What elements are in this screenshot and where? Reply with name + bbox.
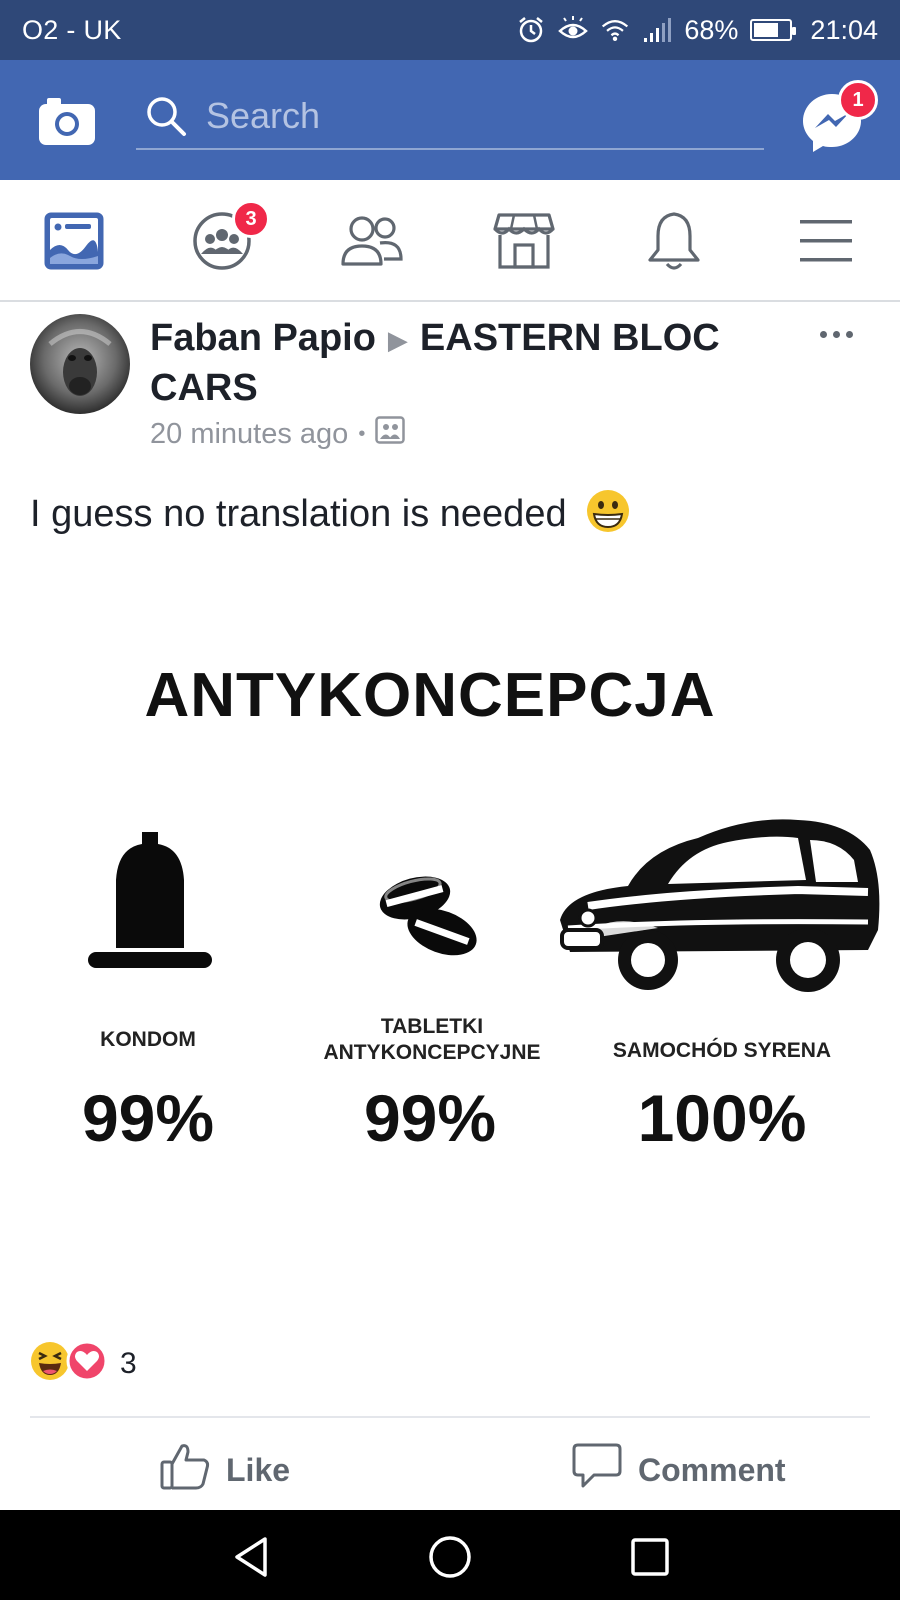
friends-icon [341, 216, 403, 266]
search-icon [144, 94, 188, 138]
battery-icon [750, 19, 797, 41]
news-feed-icon [44, 212, 104, 270]
camera-icon[interactable] [38, 96, 96, 146]
groups-badge: 3 [232, 200, 270, 238]
reaction-count: 3 [120, 1346, 137, 1380]
back-icon[interactable] [226, 1532, 276, 1582]
post-header: Faban Papio ▶ EASTERN BLOC CARS [150, 314, 810, 412]
item-percent-syrena: 100% [637, 1081, 807, 1155]
comment-icon [572, 1442, 622, 1498]
system-nav-bar [0, 1510, 900, 1600]
recents-icon[interactable] [625, 1532, 675, 1582]
condom-icon [10, 830, 290, 980]
status-icons: 68% 21:04 [516, 15, 878, 46]
item-label-kondom: KONDOM [100, 1028, 196, 1051]
pills-icon [290, 860, 570, 970]
post-time[interactable]: 20 minutes ago [150, 418, 348, 451]
author-name[interactable]: Faban Papio [150, 317, 376, 359]
divider [30, 1416, 870, 1418]
clock: 21:04 [810, 14, 878, 45]
tab-bar [0, 180, 900, 302]
meme-title: ANTYKONCEPCJA [144, 661, 716, 730]
search-bar[interactable] [136, 84, 764, 150]
messenger-badge: 1 [838, 80, 878, 120]
eye-icon [558, 15, 589, 45]
like-label: Like [226, 1451, 291, 1488]
item-label-syrena: SAMOCHÓD SYRENA [612, 1039, 832, 1062]
thumbs-up-icon [160, 1442, 210, 1498]
tab-friends[interactable] [338, 208, 406, 274]
search-input[interactable] [206, 95, 746, 137]
comment-label: Comment [638, 1451, 786, 1488]
alarm-icon [516, 15, 546, 45]
tab-menu[interactable] [792, 208, 860, 274]
author-avatar[interactable] [30, 314, 130, 414]
carrier-label: O2 - UK [22, 14, 122, 45]
item-label-tabletki: TABLETKI ANTYKONCEPCYJNE [323, 1015, 541, 1064]
status-bar: O2 - UK 68% 21:04 [0, 0, 900, 60]
more-options-button[interactable] [808, 318, 864, 350]
haha-reaction-icon [30, 1341, 70, 1386]
battery-percent: 68% [684, 14, 739, 45]
wifi-icon [600, 15, 630, 45]
post-text: I guess no translation is needed [30, 488, 631, 544]
post-meta: 20 minutes ago • [150, 416, 406, 452]
grin-emoji-icon [585, 488, 631, 544]
comment-button[interactable]: Comment [572, 1440, 786, 1500]
tab-news-feed[interactable] [40, 208, 108, 274]
signal-icon [642, 15, 672, 45]
item-percent-kondom: 99% [81, 1081, 215, 1155]
post-image[interactable]: ANTYKONCEPCJA KONDOM TABLETKI ANTYKONCEP… [0, 560, 900, 1300]
home-icon[interactable] [425, 1532, 475, 1582]
like-button[interactable]: Like [160, 1440, 290, 1500]
triangle-right-icon: ▶ [387, 324, 408, 355]
love-reaction-icon [66, 1340, 108, 1387]
tab-marketplace[interactable] [490, 208, 558, 274]
tab-notifications[interactable] [640, 208, 708, 274]
post-message: I guess no translation is needed [30, 493, 567, 536]
group-photo-icon [375, 416, 406, 452]
meta-separator: • [358, 422, 366, 445]
marketplace-icon [493, 213, 555, 269]
hamburger-icon [800, 220, 852, 262]
item-percent-tabletki: 99% [363, 1081, 497, 1155]
bell-icon [648, 212, 700, 270]
app-header [0, 60, 900, 180]
car-icon [548, 810, 888, 1010]
reactions-summary[interactable]: 3 [30, 1340, 137, 1387]
